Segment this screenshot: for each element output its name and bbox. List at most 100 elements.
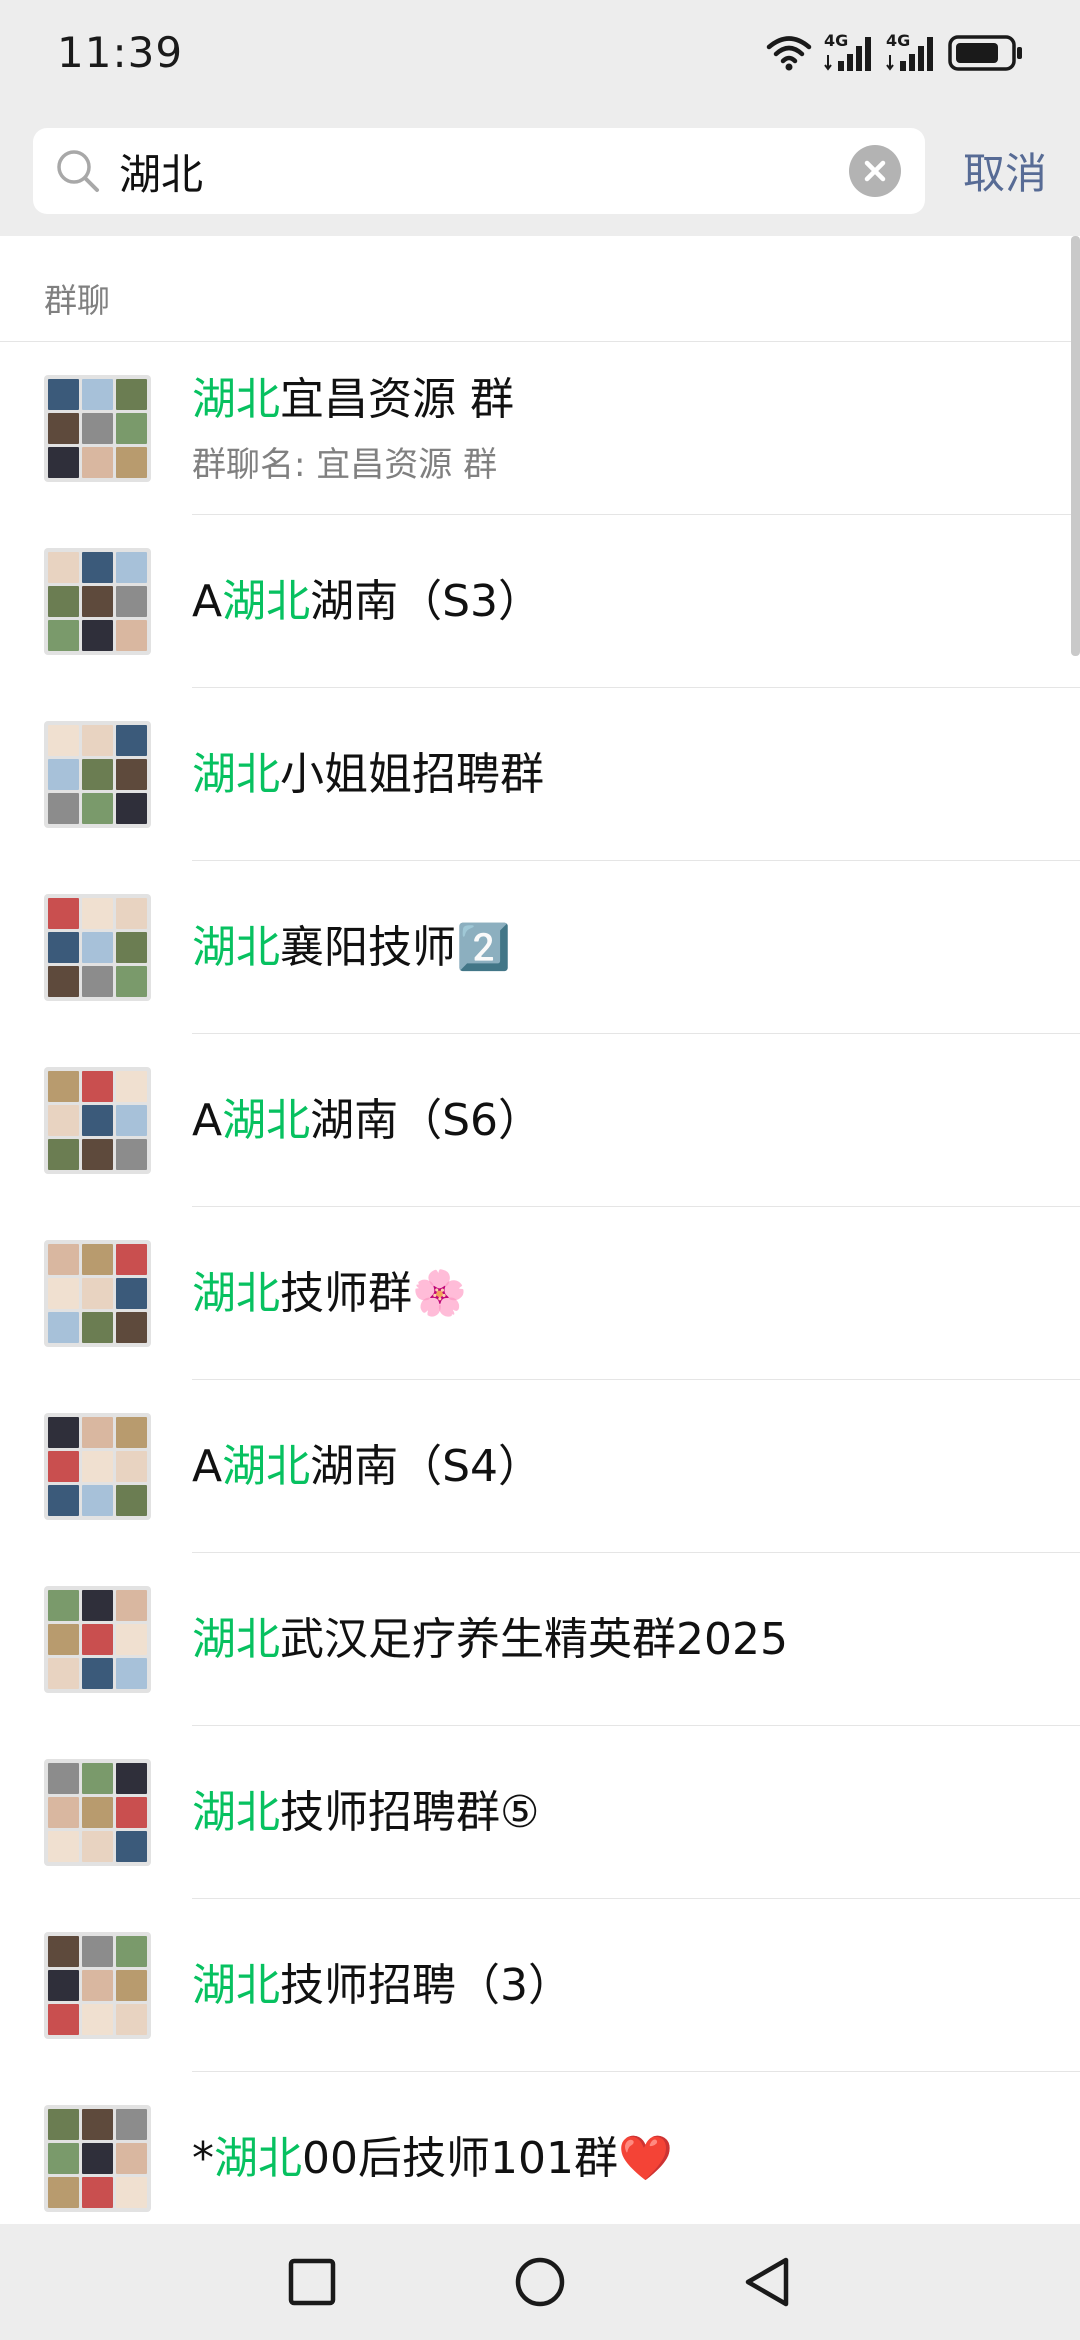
avatar-tile: [116, 1244, 147, 1275]
clear-icon[interactable]: [849, 145, 901, 197]
group-name: A湖北湖南（S6）: [192, 1092, 1060, 1150]
avatar-tile: [116, 1278, 147, 1309]
avatar-tile: [82, 725, 113, 756]
avatar-tile: [48, 2177, 79, 2208]
avatar-tile: [116, 1831, 147, 1862]
group-avatar: [44, 1067, 151, 1174]
group-name-suffix: 00后技师101群❤️: [302, 2132, 673, 2184]
group-name-suffix: 技师招聘（3）: [280, 1959, 572, 2011]
avatar-tile: [48, 793, 79, 824]
item-text: *湖北00后技师101群❤️: [192, 2072, 1060, 2224]
signal-4g-1: 4G: [824, 31, 874, 73]
battery-icon: [948, 35, 1022, 71]
avatar-tile: [82, 1658, 113, 1689]
status-bar: 11:39 4G 4G: [0, 0, 1080, 112]
avatar-tile: [48, 1451, 79, 1482]
group-avatar: [44, 1932, 151, 2039]
avatar-tile: [116, 793, 147, 824]
group-name-prefix: *: [192, 2132, 214, 2184]
search-header: 取消: [0, 112, 1080, 236]
list-item[interactable]: 湖北技师招聘（3）: [0, 1899, 1080, 2072]
list-item[interactable]: A湖北湖南（S4）: [0, 1380, 1080, 1553]
avatar-tile: [48, 2109, 79, 2140]
avatar-tile: [48, 1658, 79, 1689]
avatar-tile: [116, 932, 147, 963]
recents-square-icon[interactable]: [284, 2254, 340, 2310]
group-name-highlight: 湖北: [222, 1094, 311, 1146]
list-item[interactable]: 湖北小姐姐招聘群: [0, 688, 1080, 861]
section-title: 群聊: [44, 281, 110, 320]
avatar-tile: [116, 759, 147, 790]
item-text: 湖北襄阳技师2️⃣: [192, 861, 1060, 1034]
search-box[interactable]: [33, 128, 925, 214]
group-avatar: [44, 894, 151, 1001]
avatar-tile: [116, 1451, 147, 1482]
group-name: 湖北宜昌资源 群: [192, 371, 1060, 429]
item-text: A湖北湖南（S3）: [192, 515, 1060, 688]
avatar-tile: [82, 1139, 113, 1170]
avatar-tile: [48, 932, 79, 963]
avatar-tile: [82, 1451, 113, 1482]
avatar-tile: [48, 1797, 79, 1828]
avatar-tile: [82, 1071, 113, 1102]
avatar-tile: [82, 1312, 113, 1343]
list-item[interactable]: A湖北湖南（S6）: [0, 1034, 1080, 1207]
group-avatar: [44, 2105, 151, 2212]
avatar-tile: [82, 793, 113, 824]
avatar-tile: [82, 2177, 113, 2208]
back-triangle-icon[interactable]: [740, 2254, 796, 2310]
group-name-highlight: 湖北: [192, 748, 280, 800]
item-text: 湖北小姐姐招聘群: [192, 688, 1060, 861]
avatar-tile: [48, 2004, 79, 2035]
avatar-tile: [116, 2109, 147, 2140]
signal-4g-2: 4G: [886, 31, 936, 73]
avatar-tile: [116, 552, 147, 583]
avatar-tile: [116, 1071, 147, 1102]
item-text: A湖北湖南（S6）: [192, 1034, 1060, 1207]
avatar-tile: [48, 620, 79, 651]
item-text: 湖北技师招聘群⑤: [192, 1726, 1060, 1899]
search-input[interactable]: [119, 128, 859, 214]
navigation-bar: [0, 2224, 1080, 2340]
avatar-tile: [116, 1624, 147, 1655]
avatar-tile: [82, 1831, 113, 1862]
list-item[interactable]: 湖北武汉足疗养生精英群2025: [0, 1553, 1080, 1726]
group-name: 湖北小姐姐招聘群: [192, 746, 1060, 804]
cancel-button[interactable]: 取消: [963, 140, 1047, 201]
avatar-tile: [116, 2143, 147, 2174]
avatar-tile: [116, 1797, 147, 1828]
list-item[interactable]: *湖北00后技师101群❤️: [0, 2072, 1080, 2224]
list-item[interactable]: A湖北湖南（S3）: [0, 515, 1080, 688]
list-item[interactable]: 湖北技师招聘群⑤: [0, 1726, 1080, 1899]
group-name: A湖北湖南（S3）: [192, 573, 1060, 631]
search-results[interactable]: 群聊 湖北宜昌资源 群群聊名: 宜昌资源 群 A湖北湖南（S3） 湖北小姐姐招聘群湖…: [0, 236, 1080, 2224]
list-item[interactable]: 湖北宜昌资源 群群聊名: 宜昌资源 群: [0, 342, 1080, 515]
avatar-tile: [48, 725, 79, 756]
avatar-tile: [116, 1485, 147, 1516]
avatar-tile: [82, 1624, 113, 1655]
list-item[interactable]: 湖北襄阳技师2️⃣: [0, 861, 1080, 1034]
group-name: 湖北技师招聘群⑤: [192, 1784, 1060, 1842]
group-avatar: [44, 721, 151, 828]
wifi-icon: [766, 36, 812, 71]
avatar-tile: [82, 2004, 113, 2035]
status-time: 11:39: [57, 28, 184, 77]
group-avatar: [44, 548, 151, 655]
avatar-tile: [82, 620, 113, 651]
group-name-highlight: 湖北: [192, 1959, 280, 2011]
avatar-tile: [82, 2109, 113, 2140]
avatar-tile: [48, 966, 79, 997]
avatar-tile: [82, 1105, 113, 1136]
avatar-tile: [48, 1624, 79, 1655]
item-text: 湖北宜昌资源 群群聊名: 宜昌资源 群: [192, 342, 1060, 515]
group-subtitle: 群聊名: 宜昌资源 群: [192, 445, 498, 485]
group-name-suffix: 湖南（S3）: [310, 575, 543, 627]
list-item[interactable]: 湖北技师群🌸: [0, 1207, 1080, 1380]
home-circle-icon[interactable]: [512, 2254, 568, 2310]
item-text: 湖北技师群🌸: [192, 1207, 1060, 1380]
scrollbar[interactable]: [1071, 236, 1080, 656]
group-name: 湖北襄阳技师2️⃣: [192, 919, 1060, 977]
avatar-tile: [82, 1485, 113, 1516]
group-name-highlight: 湖北: [192, 1267, 280, 1319]
group-name: 湖北技师群🌸: [192, 1265, 1060, 1323]
